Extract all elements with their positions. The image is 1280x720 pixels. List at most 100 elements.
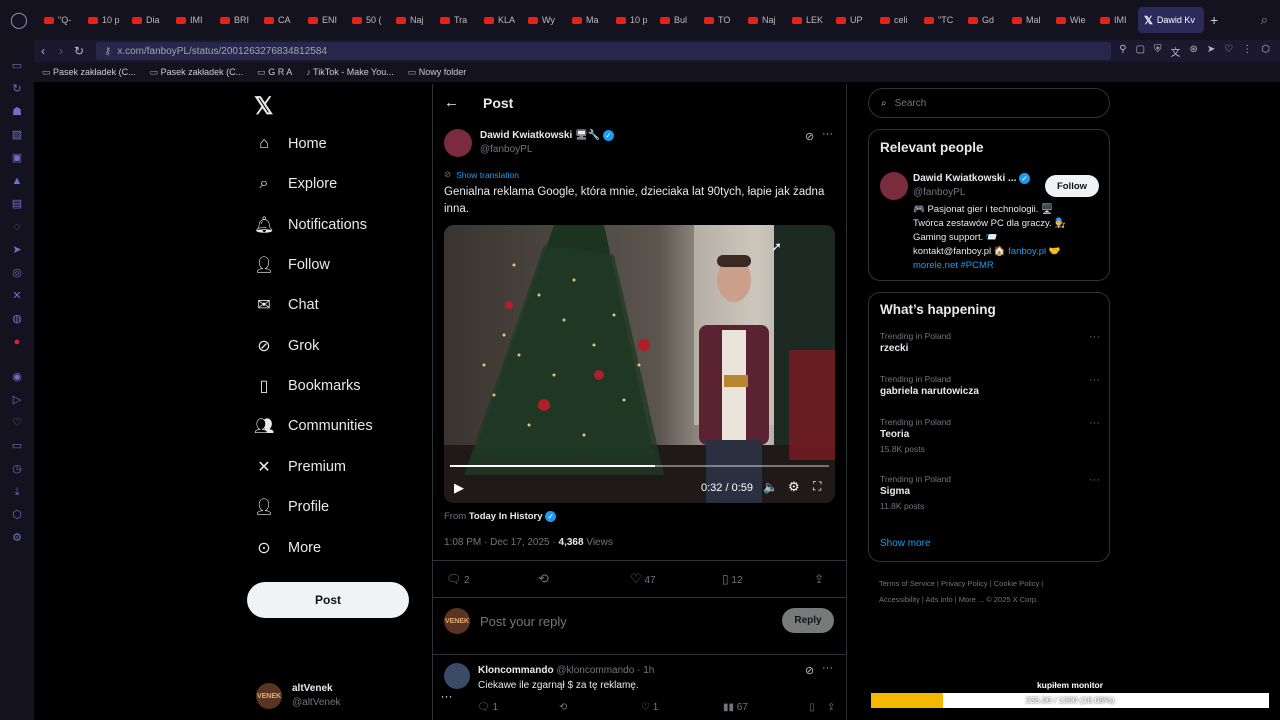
browser-tab[interactable]: LEK (786, 7, 830, 33)
ai-icon[interactable]: ▲ (10, 175, 24, 188)
menu-icon[interactable]: ⋮ (1242, 44, 1252, 59)
history-icon[interactable]: ↻ (10, 83, 24, 96)
robot-icon[interactable]: ☗ (10, 106, 24, 119)
trend-item[interactable]: Trending in Poland gabriela narutowicza ··… (880, 374, 1100, 397)
twitch-icon[interactable]: ▤ (10, 198, 24, 211)
forward-icon[interactable]: › (52, 44, 70, 58)
browser-tab[interactable]: TO (698, 7, 742, 33)
nav-item-grok[interactable]: ⊘ Grok (254, 328, 319, 364)
browser-tab[interactable]: "Q- (38, 7, 82, 33)
reply-views-action[interactable]: ▮▮ 67 (723, 702, 809, 713)
browser-tab[interactable]: CA (258, 7, 302, 33)
bookmark-item[interactable]: ▭ Pasek zakładek (C... (42, 67, 136, 78)
messenger-icon[interactable]: ◌ (10, 221, 24, 234)
shield-icon[interactable]: ⛨ (1154, 44, 1162, 59)
reply-author-name[interactable]: Kloncommando (478, 665, 554, 676)
settings-icon[interactable]: ⚙ (10, 532, 24, 545)
video-progress-bar[interactable] (450, 465, 829, 467)
back-icon[interactable]: ‹ (34, 44, 52, 58)
browser-tab[interactable]: Wy (522, 7, 566, 33)
author-name[interactable]: Dawid Kwiatkowski (480, 130, 572, 141)
extension-icon[interactable]: ● (10, 336, 24, 349)
post-button[interactable]: Post (247, 582, 409, 618)
browser-tab[interactable]: Naj (742, 7, 786, 33)
person-name[interactable]: Dawid Kwiatkowski ... (913, 173, 1016, 184)
browser-tab[interactable]: Mal (1006, 7, 1050, 33)
like-action[interactable]: ♡ 47 (630, 571, 722, 587)
browser-tab[interactable]: 10 p (82, 7, 126, 33)
browser-tab[interactable]: UP (830, 7, 874, 33)
search-input[interactable] (894, 97, 1075, 109)
site-info-icon[interactable]: ⚷ (104, 46, 111, 57)
reply-post[interactable]: Kloncommando @kloncommando · 1h Ciekawe … (444, 663, 654, 693)
trend-more-icon[interactable]: ··· (1089, 331, 1100, 343)
wallet-icon[interactable]: ▭ (10, 440, 24, 453)
post-timestamp[interactable]: 1:08 PM · Dec 17, 2025 · (444, 537, 559, 548)
cube-icon[interactable]: ⬡ (10, 509, 24, 522)
telegram-icon[interactable]: ➤ (10, 244, 24, 257)
share-icon[interactable]: ⇪ (814, 572, 824, 586)
bookmark-action[interactable]: ▯ 12 (722, 572, 814, 586)
bookmark-item[interactable]: ▭ Pasek zakładek (C... (150, 67, 244, 78)
nav-item-communities[interactable]: 👥︎ Communities (254, 408, 373, 444)
bookmark-item[interactable]: ▭ G R A (257, 67, 292, 78)
spotify-icon[interactable]: ◉ (10, 371, 24, 384)
trend-item[interactable]: Trending in Poland Sigma 11.8K posts ··· (880, 474, 1100, 511)
pin-icon[interactable]: ⚲ (1119, 44, 1126, 59)
flow-icon[interactable]: ▷ (10, 394, 24, 407)
reply-avatar[interactable] (444, 663, 470, 689)
browser-tab[interactable]: Bul (654, 7, 698, 33)
tab-active[interactable]: 𝕏 Dawid Kv (1138, 7, 1204, 33)
back-arrow-icon[interactable]: ← (444, 94, 459, 111)
volume-icon[interactable]: 🔈 (763, 480, 778, 494)
bookmark-item[interactable]: ▭ Nowy folder (408, 67, 467, 78)
bio-link[interactable]: fanboy.pl (1008, 246, 1046, 257)
snapshot-icon[interactable]: ▢ (1136, 44, 1145, 59)
nav-item-bookmarks[interactable]: ▯ Bookmarks (254, 368, 361, 404)
account-switcher[interactable]: VENEK altVenek @altVenek ··· (256, 682, 453, 710)
browser-tab[interactable]: Tra (434, 7, 478, 33)
clock-icon[interactable]: ◷ (10, 463, 24, 476)
author-avatar[interactable] (444, 129, 472, 157)
footer-line[interactable]: Accessibility | Ads info | More ... © 20… (879, 592, 1119, 608)
nav-item-explore[interactable]: ⌕ Explore (254, 166, 338, 202)
translate-icon[interactable]: 文 (1171, 44, 1181, 59)
nav-item-chat[interactable]: ✉ Chat (254, 287, 318, 323)
trend-more-icon[interactable]: ··· (1089, 417, 1100, 429)
browser-tab[interactable]: BRI (214, 7, 258, 33)
browser-tab[interactable]: "TC (918, 7, 962, 33)
browser-tab[interactable]: ENI (302, 7, 346, 33)
bookmark-item[interactable]: ♪ TikTok - Make You... (306, 67, 394, 77)
grok-explain-icon[interactable]: ⊘ (805, 130, 814, 143)
discord-icon[interactable]: ◍ (10, 313, 24, 326)
follow-button[interactable]: Follow (1045, 175, 1099, 197)
extensions-icon[interactable]: ⬡ (1261, 44, 1270, 59)
reply-action[interactable]: 🗨 2 (446, 572, 538, 586)
reply-button[interactable]: Reply (782, 608, 834, 633)
browser-tab[interactable]: Wie (1050, 7, 1094, 33)
browser-tab[interactable]: celi (874, 7, 918, 33)
workspace-icon[interactable]: ▭ (10, 60, 24, 73)
post-more-icon[interactable]: ··· (822, 128, 833, 140)
music-icon[interactable]: ▣ (10, 152, 24, 165)
download-icon[interactable]: ⤓ (10, 486, 24, 499)
instagram-icon[interactable]: ◎ (10, 267, 24, 280)
person-avatar[interactable] (880, 172, 908, 200)
trend-item[interactable]: Trending in Poland rzecki ··· (880, 331, 1100, 354)
browser-tab[interactable]: 50 ( (346, 7, 390, 33)
search-box[interactable]: ⌕ (868, 88, 1110, 118)
favorite-heart-icon[interactable]: ♡ (1224, 44, 1233, 59)
source-link[interactable]: Today In History (469, 511, 543, 522)
heart-icon[interactable]: ♡ (10, 417, 24, 430)
bookmark-icon[interactable]: ▯ (809, 702, 827, 713)
show-more-link[interactable]: Show more (880, 538, 931, 549)
nav-item-premium[interactable]: ✕ Premium (254, 449, 346, 485)
trend-item[interactable]: Trending in Poland Teoria 15.8K posts ··· (880, 417, 1100, 454)
nav-item-more[interactable]: ⊙ More (254, 530, 321, 566)
reply-more-icon[interactable]: ··· (822, 662, 833, 674)
reply-input[interactable] (480, 613, 770, 629)
nav-item-home[interactable]: ⌂ Home (254, 126, 327, 162)
browser-tab[interactable]: 10 p (610, 7, 654, 33)
reply-reply-action[interactable]: 🗨 1 (477, 702, 559, 713)
fullscreen-icon[interactable]: ⛶ (813, 479, 821, 494)
